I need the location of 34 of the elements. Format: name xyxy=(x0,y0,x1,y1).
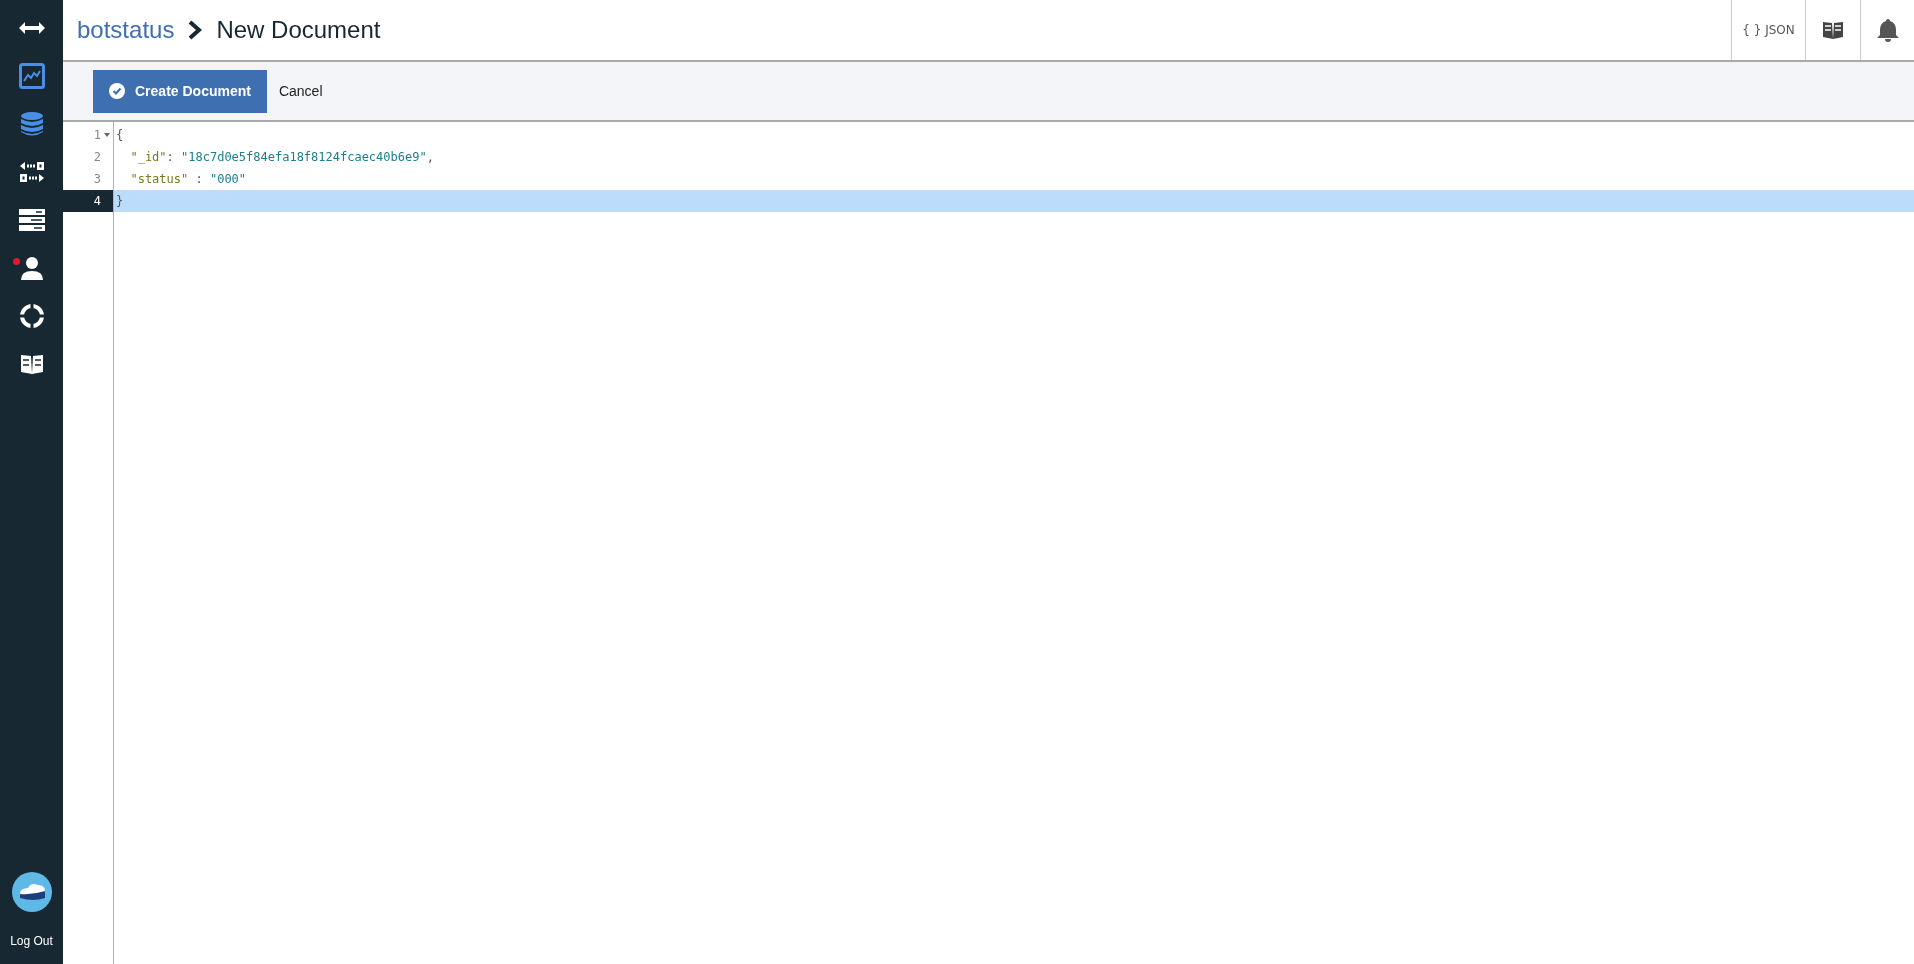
chevron-icon xyxy=(188,20,203,40)
database-icon[interactable] xyxy=(19,111,44,137)
code-punctuation: : xyxy=(166,149,175,166)
breadcrumb-link[interactable]: botstatus xyxy=(77,12,175,48)
line-number: 1 xyxy=(93,127,101,144)
line-number: 3 xyxy=(93,171,101,188)
fold-arrow-icon[interactable] xyxy=(104,133,110,137)
code-punctuation: , xyxy=(426,149,434,166)
bell-icon[interactable] xyxy=(1876,18,1899,42)
cancel-button[interactable]: Cancel xyxy=(276,80,325,102)
transfer-icon[interactable] xyxy=(18,161,45,183)
code-punctuation: : xyxy=(194,171,204,188)
json-button[interactable]: { } JSON xyxy=(1731,0,1805,60)
server-stack-icon[interactable] xyxy=(18,209,45,231)
cloud-logo-icon[interactable] xyxy=(11,872,52,912)
book-icon[interactable] xyxy=(19,353,44,375)
json-key: "_id" xyxy=(116,148,167,166)
code-punctuation: { xyxy=(116,127,124,144)
expand-arrows-icon[interactable] xyxy=(17,21,46,35)
check-circle-icon xyxy=(109,83,125,99)
line-number: 4 xyxy=(93,193,101,210)
logout-button[interactable]: Log Out xyxy=(10,932,53,950)
book-icon[interactable] xyxy=(1822,20,1844,40)
user-icon[interactable] xyxy=(19,256,44,280)
code-punctuation: } xyxy=(116,193,124,210)
code-editor[interactable]: 1 { 2 "_id": "18c7d0e5f84efa18f8124fcaec40b6e9", 3 "status" : "000" 4 } xyxy=(63,122,1914,964)
json-key: "status" xyxy=(116,170,189,188)
json-string: "18c7d0e5f84efa18f8124fcaec40b6e9" xyxy=(181,149,427,166)
lifebuoy-icon[interactable] xyxy=(18,303,45,329)
json-string: "000" xyxy=(209,171,247,188)
page-title: New Document xyxy=(216,15,381,45)
chart-icon[interactable] xyxy=(18,63,45,89)
line-number: 2 xyxy=(93,149,101,166)
create-document-button[interactable]: Create Document xyxy=(93,69,267,113)
